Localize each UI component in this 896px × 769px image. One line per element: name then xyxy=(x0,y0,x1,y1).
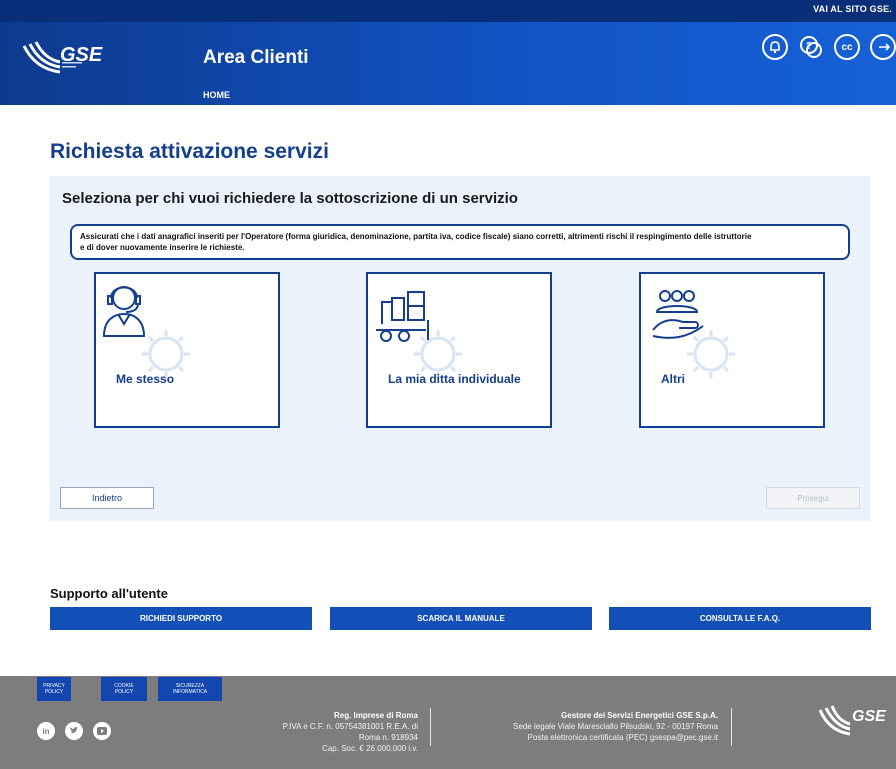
company-registry-info: Reg. Imprese di Roma P.IVA e C.F. n. 057… xyxy=(250,710,418,754)
card-label: Me stesso xyxy=(116,372,175,386)
card-altri[interactable]: Altri xyxy=(639,272,825,428)
card-label: Altri xyxy=(661,372,685,386)
notice-line-1: Assicurati che i dati anagrafici inserit… xyxy=(80,232,752,241)
cc-icon[interactable]: cc xyxy=(834,34,860,60)
card-ditta-individuale[interactable]: La mia ditta individuale xyxy=(366,272,552,428)
page-header-title: Area Clienti xyxy=(203,47,309,68)
cookie-policy-link[interactable]: COOKIE POLICY xyxy=(101,677,147,701)
header-actions: ? cc xyxy=(762,34,896,60)
go-to-gse-site-link[interactable]: VAI AL SITO GSE. xyxy=(813,4,892,14)
footer-divider xyxy=(430,708,431,746)
company-title: Gestore dei Servizi Energetici GSE S.p.A… xyxy=(561,711,718,720)
faq-button[interactable]: CONSULTA LE F.A.Q. xyxy=(609,607,871,630)
header-bar: VAI AL SITO GSE. GSE Area Clienti HOME ?… xyxy=(0,0,896,105)
registry-title: Reg. Imprese di Roma xyxy=(333,711,418,720)
service-selection-panel: Seleziona per chi vuoi richiedere la sot… xyxy=(50,176,870,521)
person-headset-icon xyxy=(102,286,190,378)
registry-line: Cap. Soc. € 26.000.000 i.v. xyxy=(322,744,418,753)
back-button[interactable]: Indietro xyxy=(60,487,154,509)
help-icon[interactable]: ? xyxy=(798,34,824,60)
warehouse-forklift-icon xyxy=(376,291,462,378)
support-section-title: Supporto all'utente xyxy=(50,586,168,601)
company-info: Gestore dei Servizi Energetici GSE S.p.A… xyxy=(480,710,718,743)
logout-icon[interactable] xyxy=(870,34,896,60)
link-line: POLICY xyxy=(114,689,134,695)
download-manual-button[interactable]: SCARICA IL MANUALE xyxy=(330,607,592,630)
link-line: INFORMATICA xyxy=(172,689,208,695)
cc-icon-label: cc xyxy=(841,41,853,53)
link-line: POLICY xyxy=(44,689,64,695)
page-title: Richiesta attivazione servizi xyxy=(50,140,329,163)
twitter-icon[interactable] xyxy=(65,722,83,740)
company-line: Posta elettronica certificata (PEC) gses… xyxy=(527,733,718,742)
privacy-policy-link[interactable]: PRIVACY POLICY xyxy=(37,677,71,701)
data-warning-notice: Assicurati che i dati anagrafici inserit… xyxy=(70,224,850,260)
panel-title: Seleziona per chi vuoi richiedere la sot… xyxy=(62,190,518,207)
svg-text:?: ? xyxy=(806,41,812,52)
registry-line: Roma n. 918934 xyxy=(358,733,418,742)
footer-divider xyxy=(731,708,732,746)
registry-line: P.IVA e C.F. n. 05754381001 R.E.A. di xyxy=(282,722,418,731)
linkedin-icon[interactable]: in xyxy=(37,722,55,740)
bell-icon[interactable] xyxy=(762,34,788,60)
logo-text: GSE xyxy=(60,44,103,66)
footer-logo-text: GSE xyxy=(852,708,886,725)
card-me-stesso[interactable]: Me stesso xyxy=(94,272,280,428)
request-support-button[interactable]: RICHIEDI SUPPORTO xyxy=(50,607,312,630)
continue-button[interactable]: Prosegui xyxy=(766,487,860,509)
group-hand-icon xyxy=(652,290,735,378)
youtube-icon[interactable] xyxy=(93,722,111,740)
card-label: La mia ditta individuale xyxy=(388,372,521,386)
breadcrumb-home[interactable]: HOME xyxy=(203,90,230,100)
top-strip xyxy=(0,0,896,22)
notice-line-2: e di dover nuovamente inserire le richie… xyxy=(80,243,245,252)
security-link[interactable]: SICUREZZA INFORMATICA xyxy=(158,677,222,701)
company-line: Sede legale Viale Maresciallo Pilsudski,… xyxy=(513,722,718,731)
